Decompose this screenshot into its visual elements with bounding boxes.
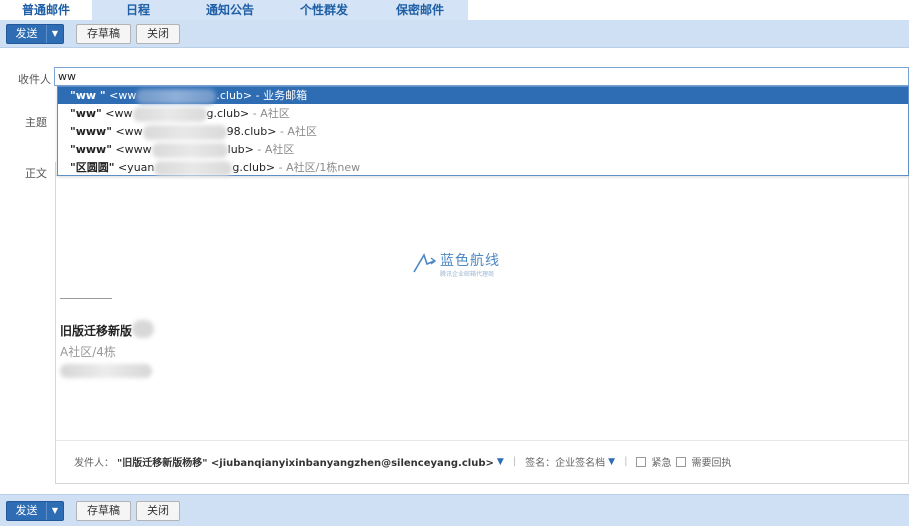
redacted-blur (136, 88, 217, 104)
logo-subtitle: 腾讯企业邮箱代理商 (440, 271, 495, 278)
redacted-blur (151, 142, 228, 158)
signature-org: A社区/4栋 (60, 345, 116, 359)
suggestion-address: <ww (101, 107, 133, 120)
suggestion-address: <ww (111, 125, 143, 138)
send-button[interactable]: 发送 ▼ (6, 24, 64, 44)
save-draft-button[interactable]: 存草稿 (76, 24, 131, 44)
signature-name: 旧版迁移新版 (60, 324, 133, 338)
suggestion-group: - A社区 (276, 125, 317, 138)
suggestion-item[interactable]: "www" <ww 98.club> - A社区 (58, 123, 908, 140)
tab-normal-mail[interactable]: 普通邮件 (0, 0, 92, 20)
suggestion-item[interactable]: "区圆圆" <yuan g.club> - A社区/1栋new (58, 159, 908, 176)
suggestion-item[interactable]: "www" <www lub> - A社区 (58, 141, 908, 158)
suggestion-address: .club> (216, 89, 253, 102)
top-toolbar: 发送 ▼ 存草稿 关闭 (0, 20, 909, 48)
redacted-blur (132, 320, 154, 338)
divider: | (512, 456, 517, 467)
suggestion-item[interactable]: "ww" <ww g.club> - A社区 (58, 105, 908, 122)
send-button-label[interactable]: 发送 (7, 25, 47, 43)
suggestion-address: g.club> (232, 161, 276, 174)
compose-options: 发件人： "旧版迁移新版杨移" <jiubanqianyixinbanyangz… (74, 454, 731, 469)
suggestion-address: g.club> (206, 107, 250, 120)
redacted-blur (142, 124, 227, 140)
suggestion-address: 98.club> (226, 125, 277, 138)
suggestion-name: "区圆圆" (70, 161, 115, 174)
signature-divider (60, 298, 112, 299)
receipt-checkbox[interactable] (676, 456, 687, 467)
bottom-toolbar: 发送 ▼ 存草稿 关闭 (0, 494, 909, 526)
suggestion-group: - 业务邮箱 (252, 89, 308, 102)
signature-dropdown-icon[interactable]: ▼ (608, 457, 615, 467)
to-label: 收件人 (18, 73, 51, 86)
close-button[interactable]: 关闭 (136, 24, 180, 44)
suggestion-group: - A社区 (253, 143, 295, 156)
signature-select[interactable]: 签名：企业签名档 (525, 454, 605, 469)
blue-route-logo: 蓝色航线 腾讯企业邮箱代理商 (412, 248, 532, 282)
suggestion-group: - A社区/1栋new (275, 161, 361, 174)
tab-mass-mail[interactable]: 个性群发 (276, 0, 372, 20)
redacted-blur (60, 364, 152, 378)
redacted-blur (132, 106, 207, 122)
send-button-bottom[interactable]: 发送 ▼ (6, 501, 64, 521)
logo-mark-icon (413, 253, 436, 273)
suggestion-address: <ww (105, 89, 137, 102)
send-dropdown-icon[interactable]: ▼ (47, 25, 63, 43)
suggestion-group: - A社区 (249, 107, 290, 120)
sender-value[interactable]: "旧版迁移新版杨移" <jiubanqianyixinbanyangzhen@s… (117, 454, 494, 469)
send-dropdown-icon[interactable]: ▼ (47, 502, 63, 520)
suggestion-name: "www" (70, 143, 112, 156)
tab-calendar[interactable]: 日程 (92, 0, 184, 20)
urgent-label: 紧急 (651, 458, 672, 469)
body-editor[interactable] (55, 176, 909, 440)
suggestion-name: "www" (70, 125, 112, 138)
divider: | (624, 456, 628, 467)
suggestion-address: <www (111, 143, 152, 156)
suggestion-address: lub> (227, 143, 254, 156)
recipient-input[interactable]: ww (54, 67, 909, 86)
suggestion-address: <yuan (114, 161, 155, 174)
suggestion-name: "ww" (70, 107, 102, 120)
tab-confidential-mail[interactable]: 保密邮件 (372, 0, 468, 20)
suggestion-item[interactable]: "ww " <ww .club> - 业务邮箱 (58, 87, 908, 104)
sender-label: 发件人： (74, 458, 114, 469)
recipient-autocomplete: "ww " <ww .club> - 业务邮箱 "ww" <ww g.club> -… (57, 86, 909, 176)
compose-tabs: 普通邮件 日程 通知公告 个性群发 保密邮件 (0, 0, 909, 20)
urgent-checkbox[interactable] (636, 456, 647, 467)
subject-label: 主题 (25, 116, 47, 129)
save-draft-button-bottom[interactable]: 存草稿 (76, 501, 131, 521)
tab-announcement[interactable]: 通知公告 (184, 0, 276, 20)
send-button-label[interactable]: 发送 (7, 502, 47, 520)
receipt-label: 需要回执 (691, 458, 732, 469)
suggestion-name: "ww " (70, 89, 106, 102)
logo-title: 蓝色航线 (440, 253, 500, 269)
redacted-blur (154, 160, 233, 176)
sender-dropdown-icon[interactable]: ▼ (497, 457, 504, 467)
close-button-bottom[interactable]: 关闭 (136, 501, 180, 521)
body-label: 正文 (25, 167, 47, 180)
